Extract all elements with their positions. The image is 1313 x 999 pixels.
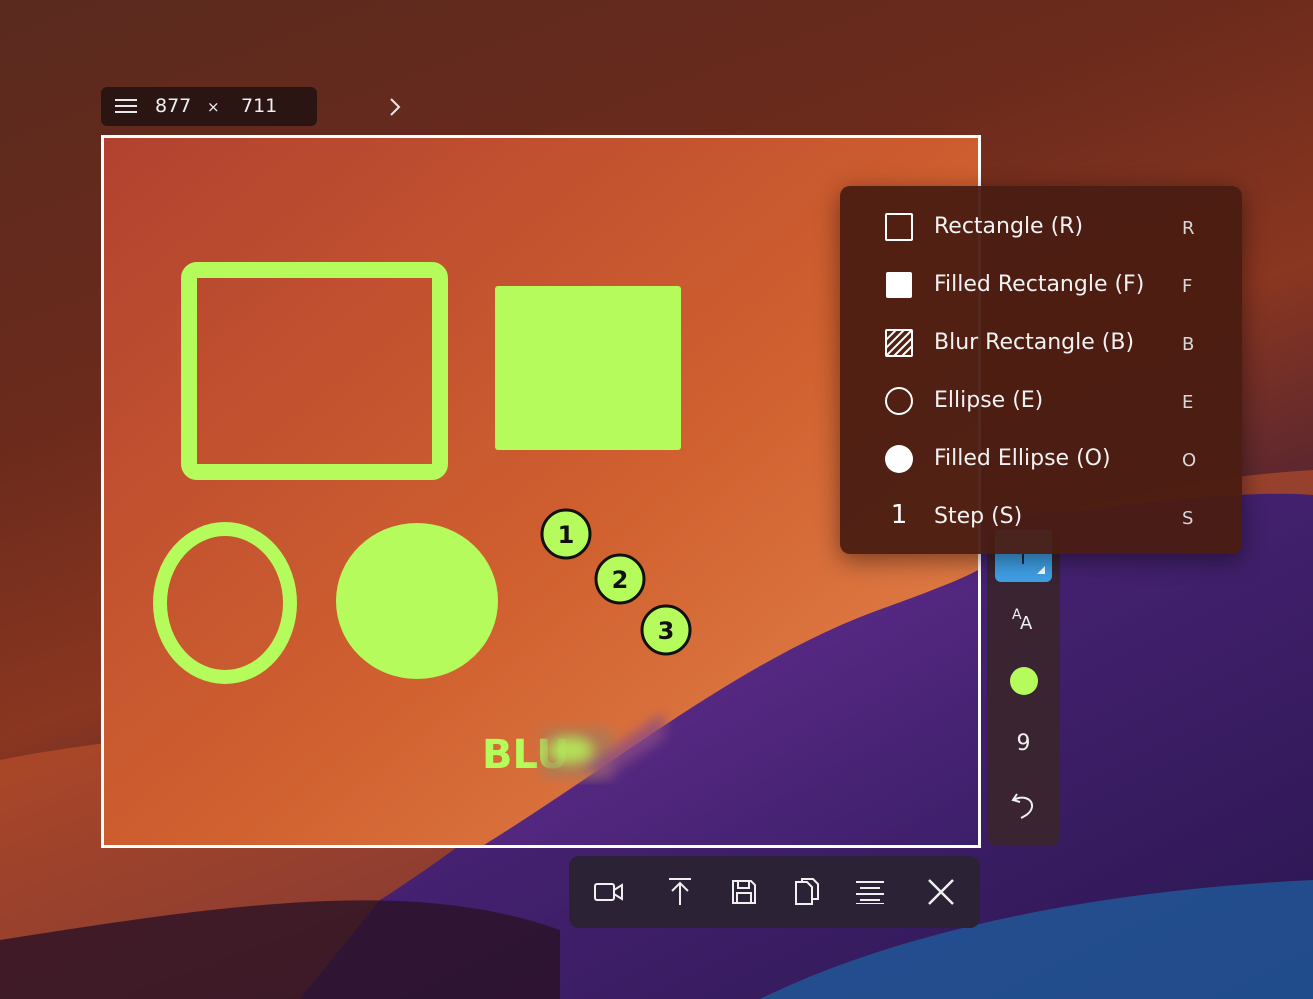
color-dot [1009, 667, 1038, 695]
menu-item-blur-rectangle[interactable]: Blur Rectangle (B) B [840, 314, 1242, 372]
close-icon [928, 879, 954, 905]
step-marker[interactable]: 2 [594, 553, 646, 605]
menu-icon[interactable] [115, 99, 137, 113]
record-video-icon [594, 883, 623, 901]
menu-item-step[interactable]: 1 Step (S) S [840, 488, 1242, 546]
step-label: 1 [558, 521, 575, 549]
menu-item-rectangle[interactable]: Rectangle (R) R [840, 198, 1242, 256]
selection-size-chip[interactable]: 877 × 711 [101, 87, 401, 126]
menu-item-shortcut: R [1182, 218, 1195, 239]
rectangle-icon [885, 213, 913, 241]
shape-menu: Rectangle (R) R Filled Rectangle (F) F B… [840, 186, 1242, 554]
undo-icon [1010, 793, 1033, 819]
menu-item-shortcut: E [1182, 392, 1194, 413]
font-size-button[interactable]: A A [987, 592, 1060, 644]
color-picker-button[interactable] [987, 655, 1060, 707]
stroke-width-value: 9 [1016, 730, 1031, 756]
step-marker[interactable]: 1 [540, 508, 592, 560]
menu-item-label: Step (S) [934, 504, 1023, 529]
menu-item-ellipse[interactable]: Ellipse (E) E [840, 372, 1242, 430]
undo-button[interactable] [987, 779, 1060, 831]
menu-item-label: Filled Ellipse (O) [934, 446, 1111, 471]
bottom-toolbar [569, 856, 980, 928]
font-size-icon: A A [1012, 607, 1033, 631]
upload-button[interactable] [660, 874, 700, 910]
step-icon: 1 [890, 500, 908, 530]
chevron-right-icon[interactable] [388, 97, 402, 117]
side-toolbar: A A 9 [987, 530, 1060, 845]
step-label: 2 [612, 566, 629, 594]
stroke-width-button[interactable]: 9 [987, 717, 1060, 769]
filled-ellipse-icon [885, 445, 913, 473]
upload-icon [669, 878, 691, 905]
record-video-button[interactable] [589, 874, 629, 910]
copy-icon [795, 878, 819, 905]
copy-button[interactable] [787, 874, 827, 910]
menu-item-label: Blur Rectangle (B) [934, 330, 1135, 355]
blur-rectangle-icon [885, 329, 913, 357]
step-marker[interactable]: 3 [640, 604, 692, 656]
drawn-filled-rectangle[interactable] [495, 286, 681, 450]
menu-item-label: Rectangle (R) [934, 214, 1084, 239]
menu-item-filled-rectangle[interactable]: Filled Rectangle (F) F [840, 256, 1242, 314]
drawn-filled-ellipse[interactable] [336, 523, 498, 679]
menu-item-shortcut: F [1182, 276, 1193, 297]
ellipse-icon [885, 387, 913, 415]
menu-item-shortcut: B [1182, 334, 1195, 355]
menu-item-filled-ellipse[interactable]: Filled Ellipse (O) O [840, 430, 1242, 488]
ocr-text-icon [856, 881, 884, 904]
selection-height: 711 [241, 95, 278, 117]
ocr-text-button[interactable] [850, 874, 890, 910]
save-icon [732, 880, 756, 904]
menu-item-label: Ellipse (E) [934, 388, 1044, 413]
save-button[interactable] [724, 874, 764, 910]
step-label: 3 [658, 617, 675, 645]
close-button[interactable] [921, 874, 961, 910]
svg-text:A: A [1020, 613, 1033, 631]
menu-item-shortcut: O [1182, 450, 1197, 471]
menu-item-label: Filled Rectangle (F) [934, 272, 1145, 297]
times-sign: × [207, 98, 220, 116]
selection-width: 877 [155, 95, 192, 117]
menu-item-shortcut: S [1182, 508, 1194, 529]
filled-rectangle-icon [886, 272, 912, 298]
